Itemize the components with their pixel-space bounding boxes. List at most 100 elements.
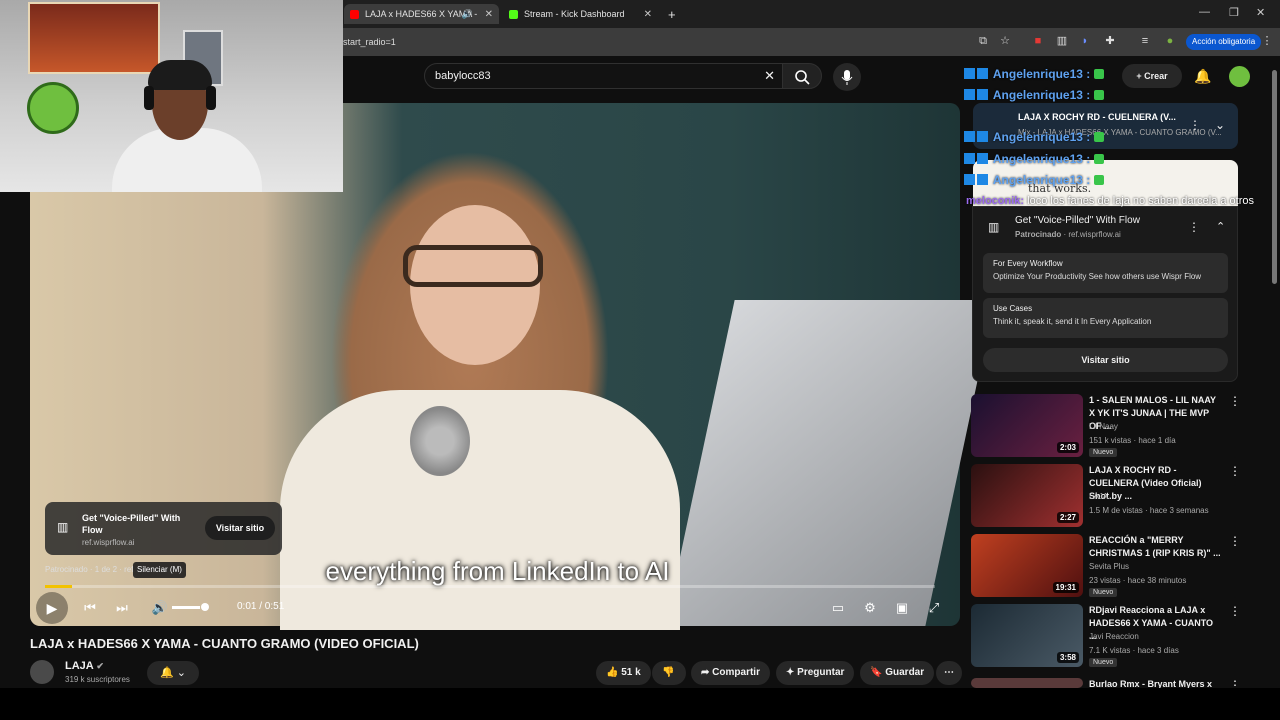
more-vert-icon[interactable]: ⋮ (1188, 220, 1200, 234)
audio-icon[interactable]: 🔊 (462, 9, 473, 20)
new-badge: Nuevo (1089, 658, 1118, 667)
puzzle-icon[interactable]: ✚ (1103, 34, 1117, 48)
webcam-headset (144, 86, 154, 110)
close-window-icon[interactable]: ✕ (1256, 6, 1265, 19)
create-button[interactable]: + Crear (1122, 64, 1182, 88)
video-thumbnail[interactable]: 2:27 (971, 464, 1083, 527)
volume-knob[interactable] (201, 603, 209, 611)
share-button[interactable]: ➦ Compartir (691, 661, 770, 685)
tab-label: LAJA x HADES66 X YAMA - (365, 9, 478, 19)
close-tab-icon[interactable]: ✕ (644, 9, 652, 20)
duration-badge: 19:31 (1052, 582, 1079, 593)
video-thumbnail[interactable] (971, 678, 1083, 688)
settings-gear-icon[interactable]: ⚙ (860, 598, 880, 618)
clear-search-icon[interactable]: ✕ (764, 64, 775, 88)
ask-button[interactable]: ✦ Preguntar (776, 661, 855, 685)
video-thumbnail[interactable]: 2:03 (971, 394, 1083, 457)
sitelink-desc: Optimize Your Productivity See how other… (993, 272, 1202, 281)
new-tab-button[interactable]: + (662, 4, 682, 24)
profile-avatar-icon[interactable]: ● (1163, 34, 1177, 48)
list-item[interactable]: 2:03 1 - SALEN MALOS - LIL NAAY X YK IT'… (971, 394, 1241, 460)
media-control-icon[interactable]: ≡ (1138, 34, 1152, 48)
video-frame-microphone (410, 406, 470, 476)
more-vert-icon[interactable]: ⋮ (1229, 604, 1241, 618)
ad-card-title[interactable]: Get "Voice-Pilled" With Flow (1015, 215, 1140, 226)
notifications-bell-icon[interactable]: 🔔 (1194, 68, 1211, 85)
rec-title[interactable]: LAJA X ROCHY RD - CUELNERA (Video Oficia… (1089, 464, 1221, 503)
video-title: LAJA x HADES66 X YAMA - CUANTO GRAMO (VI… (30, 636, 419, 651)
list-item[interactable]: 3:58 RDjavi Reacciona a LAJA x HADES66 X… (971, 604, 1241, 670)
list-item[interactable]: 2:27 LAJA X ROCHY RD - CUELNERA (Video O… (971, 464, 1241, 530)
like-button[interactable]: 👍 51 k (596, 661, 651, 685)
video-thumbnail[interactable]: 19:31 (971, 534, 1083, 597)
volume-slider[interactable] (172, 606, 200, 609)
search-input[interactable]: babylocc83 ✕ (424, 63, 784, 89)
chat-badge-icon (964, 131, 975, 142)
previous-icon[interactable]: ⏮ (80, 598, 100, 618)
more-vert-icon[interactable]: ⋮ (1229, 678, 1241, 688)
voice-search-button[interactable] (833, 63, 861, 91)
more-vert-icon[interactable]: ⋮ (1229, 394, 1241, 408)
verified-icon: ✔ (96, 661, 104, 671)
theater-mode-icon[interactable]: ▣ (892, 598, 912, 618)
channel-name[interactable]: LAJA ✔ (65, 660, 104, 672)
like-count: 51 k (621, 667, 641, 678)
account-action-button[interactable]: Acción obligatoria (1186, 34, 1262, 50)
bookmark-star-icon[interactable]: ☆ (998, 34, 1012, 48)
chat-badge-icon (964, 89, 975, 100)
fullscreen-icon[interactable]: ⤢ (924, 598, 944, 618)
chevron-down-icon[interactable]: ⌄ (1215, 118, 1225, 132)
channel-name-text: LAJA (65, 660, 94, 672)
rec-title[interactable]: REACCIÓN a "MERRY CHRISTMAS 1 (RIP KRIS … (1089, 534, 1221, 560)
subscriber-count: 319 k suscriptores (65, 675, 130, 684)
more-actions-button[interactable]: ⋯ (936, 661, 962, 685)
webcam-streamer-logo (27, 82, 79, 134)
play-button[interactable]: ▶ (36, 592, 68, 624)
chat-badge-icon (964, 68, 975, 79)
search-icon (795, 70, 810, 85)
progress-fill (45, 585, 72, 588)
next-icon[interactable]: ⏭ (112, 598, 132, 618)
scrollbar-thumb[interactable] (1272, 70, 1277, 284)
chat-emote-icon (1094, 69, 1105, 79)
subscribe-bell-button[interactable]: 🔔 ⌄ (147, 661, 199, 685)
extension-icon[interactable]: ■ (1031, 34, 1045, 48)
chat-line: Angelenrique13 : (964, 67, 1105, 81)
visit-site-button[interactable]: Visitar sitio (983, 348, 1228, 372)
close-tab-icon[interactable]: ✕ (485, 9, 493, 20)
webcam-fireplace-painting (28, 2, 160, 74)
rec-meta: 151 k vistas · hace 1 día (1089, 436, 1176, 445)
dislike-button[interactable]: 👎 (652, 661, 686, 685)
minimize-icon[interactable]: — (1199, 6, 1210, 18)
extension-icon[interactable]: ◗ (1078, 34, 1092, 48)
list-item[interactable]: 19:31 REACCIÓN a "MERRY CHRISTMAS 1 (RIP… (971, 534, 1241, 600)
visit-site-button[interactable]: Visitar sitio (205, 516, 275, 540)
sitelink-title: For Every Workflow (993, 259, 1063, 268)
volume-icon[interactable]: 🔊 (150, 598, 170, 618)
ad-sitelink[interactable]: For Every Workflow Optimize Your Product… (983, 253, 1228, 293)
video-thumbnail[interactable]: 3:58 (971, 604, 1083, 667)
channel-avatar[interactable] (30, 660, 54, 684)
install-app-icon[interactable]: ⧉ (976, 34, 990, 48)
rec-title[interactable]: Burlao Rmx - Bryant Myers x (1089, 678, 1221, 688)
browser-menu-icon[interactable]: ⋮ (1260, 34, 1274, 48)
more-vert-icon[interactable]: ⋮ (1229, 464, 1241, 478)
progress-bar[interactable] (45, 585, 935, 588)
extension-icon[interactable]: ▥ (1055, 34, 1069, 48)
chat-badge-icon (977, 68, 988, 79)
chevron-up-icon[interactable]: ⌃ (1216, 220, 1225, 233)
chat-username: Angelenrique13 : (992, 67, 1091, 81)
subtitles-icon[interactable]: ▭ (828, 598, 848, 618)
ad-overlay[interactable]: ▥ Get "Voice-Pilled" With Flow ref.wispr… (45, 502, 282, 555)
save-button[interactable]: 🔖 Guardar (860, 661, 935, 685)
tab-kick[interactable]: Stream - Kick Dashboard ✕ (503, 4, 658, 24)
tab-youtube[interactable]: LAJA x HADES66 X YAMA - 🔊 ✕ (344, 4, 499, 24)
ad-sitelink[interactable]: Use Cases Think it, speak it, send it In… (983, 298, 1228, 338)
search-button[interactable] (782, 63, 822, 89)
more-vert-icon[interactable]: ⋮ (1189, 118, 1201, 132)
maximize-icon[interactable]: ❐ (1229, 6, 1239, 19)
avatar[interactable] (1229, 66, 1250, 87)
account-action-label: Acción obligatoria (1192, 37, 1256, 46)
more-vert-icon[interactable]: ⋮ (1229, 534, 1241, 548)
list-item[interactable]: Burlao Rmx - Bryant Myers x ⋮ (971, 678, 1241, 688)
